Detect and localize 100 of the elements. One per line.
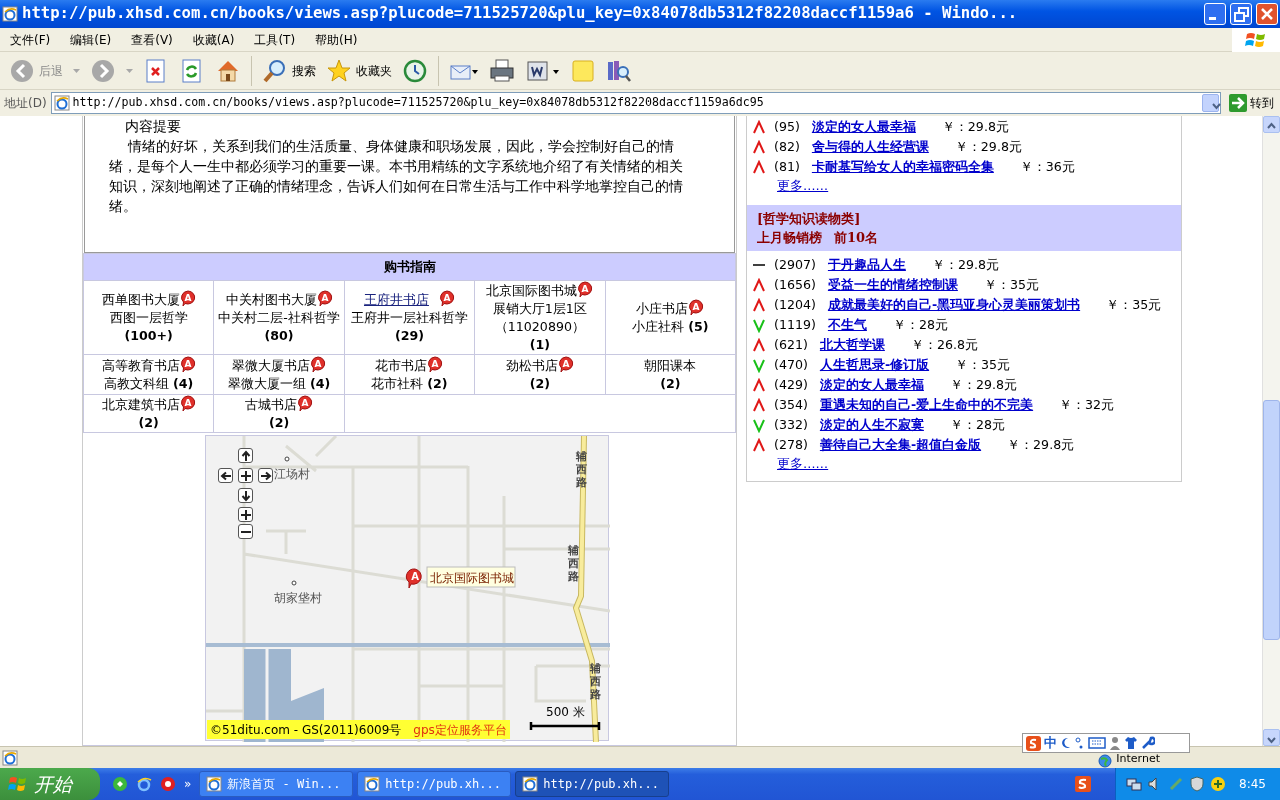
up-trend-icon bbox=[753, 159, 765, 175]
stock-count: (2) bbox=[138, 415, 159, 430]
sales-count: (278) bbox=[774, 435, 808, 454]
more-link[interactable]: 更多…… bbox=[747, 455, 829, 475]
punctuation-icon bbox=[1075, 736, 1085, 750]
stock-count: (5) bbox=[688, 319, 709, 334]
taskbar-button[interactable]: http://pub.xh... bbox=[357, 771, 512, 797]
sales-count: (621) bbox=[774, 335, 808, 354]
network-icon[interactable] bbox=[1126, 776, 1143, 792]
pan-down-button[interactable] bbox=[238, 488, 253, 503]
book-price: ￥：35元 bbox=[955, 355, 1011, 374]
arrow-right-icon bbox=[259, 469, 272, 482]
map-marker-icon: A bbox=[297, 395, 314, 411]
sales-count: (470) bbox=[774, 355, 808, 374]
shield-icon[interactable] bbox=[1189, 776, 1206, 792]
zoom-out-button[interactable] bbox=[238, 524, 253, 539]
ime-logo-icon bbox=[1026, 735, 1041, 751]
ime-logo-icon[interactable] bbox=[1075, 776, 1092, 792]
address-field[interactable]: http://pub.xhsd.com.cn/books/views.asp?plucode=711525720&plu_key=0x84078db5312f82208daccf1159a6dc95 bbox=[50, 92, 1221, 114]
more-link[interactable]: 更多…… bbox=[747, 177, 829, 197]
go-button[interactable]: 转到 bbox=[1225, 94, 1278, 112]
book-price: ￥：35元 bbox=[1106, 295, 1162, 314]
book-link[interactable]: 淡定的人生不寂寞 bbox=[819, 415, 924, 435]
sales-count: (2907) bbox=[774, 255, 816, 274]
store-name: 北京建筑书店 bbox=[101, 397, 180, 412]
menu-item[interactable]: 帮助(H) bbox=[305, 30, 368, 49]
platform-link[interactable]: gps定位服务平台 bbox=[413, 720, 507, 739]
menu-item[interactable]: 查看(V) bbox=[121, 30, 183, 49]
browser-icon[interactable] bbox=[136, 776, 152, 792]
book-link[interactable]: 舍与得的人生经营课 bbox=[811, 137, 929, 157]
book-link[interactable]: 淡定的女人最幸福 bbox=[811, 117, 916, 137]
pan-left-button[interactable] bbox=[218, 468, 233, 483]
pan-center-button[interactable] bbox=[238, 468, 253, 483]
pan-up-button[interactable] bbox=[238, 448, 253, 463]
scroll-thumb[interactable] bbox=[1263, 400, 1280, 640]
caret-icon bbox=[73, 68, 80, 73]
menu-item[interactable]: 收藏(A) bbox=[182, 30, 245, 49]
stock-count: (29) bbox=[394, 328, 424, 343]
ranking-count: 前10名 bbox=[834, 230, 879, 245]
scroll-up-button[interactable] bbox=[1263, 116, 1280, 133]
dropdown-button[interactable] bbox=[1202, 94, 1219, 112]
book-link[interactable]: 于丹趣品人生 bbox=[827, 255, 906, 275]
restore-icon bbox=[1233, 6, 1249, 22]
arrow-left-icon bbox=[9, 57, 35, 84]
sales-count: (1119) bbox=[774, 315, 816, 334]
book-link[interactable]: 北大哲学课 bbox=[819, 335, 885, 355]
map-marker-icon: A bbox=[316, 290, 333, 306]
close-button[interactable] bbox=[1256, 3, 1278, 25]
scroll-down-button[interactable] bbox=[1263, 729, 1280, 746]
map-marker-icon: A bbox=[310, 356, 327, 372]
book-link[interactable]: 淡定的女人最幸福 bbox=[819, 375, 924, 395]
up-trend-icon bbox=[753, 397, 765, 413]
search-button[interactable]: 搜索 bbox=[259, 55, 319, 86]
up-trend-icon bbox=[753, 297, 765, 313]
taskbar-button[interactable]: http://pub.xh... bbox=[515, 771, 670, 797]
taskbar-button[interactable]: 新浪首页 - Win... bbox=[199, 771, 354, 797]
plus-icon[interactable] bbox=[1210, 776, 1227, 792]
store-link[interactable]: 王府井书店 bbox=[363, 292, 429, 307]
book-link[interactable]: 人生哲思录-修订版 bbox=[819, 355, 930, 375]
book-link[interactable]: 成就最美好的自己-黑玛亚身心灵美丽策划书 bbox=[827, 295, 1081, 315]
map-pin-icon[interactable]: A bbox=[405, 568, 422, 589]
more-button[interactable]: » bbox=[180, 775, 196, 793]
book-price: ￥：28元 bbox=[949, 415, 1005, 434]
book-price: ￥：29.8元 bbox=[949, 375, 1017, 394]
sales-count: (81) bbox=[774, 157, 800, 176]
book-link[interactable]: 重遇未知的自己-爱上生命中的不完美 bbox=[819, 395, 1034, 415]
up-trend-icon bbox=[753, 377, 765, 393]
minimize-button[interactable] bbox=[1204, 3, 1226, 25]
book-link[interactable]: 善待自己大全集-超值白金版 bbox=[819, 435, 982, 455]
address-label: 地址(D) bbox=[4, 95, 47, 112]
store-name: 花市书店 bbox=[375, 358, 428, 373]
menu-item[interactable]: 编辑(E) bbox=[60, 30, 122, 49]
map-marker-icon: A bbox=[438, 290, 455, 306]
pan-right-button[interactable] bbox=[258, 468, 273, 483]
scrollbar[interactable] bbox=[1262, 116, 1280, 746]
scale-label: 500 米 bbox=[546, 705, 585, 719]
moon-icon bbox=[1060, 736, 1072, 750]
book-link[interactable]: 不生气 bbox=[827, 315, 867, 335]
book-link[interactable]: 受益一生的情绪控制课 bbox=[827, 275, 958, 295]
input-mode-label[interactable]: 中 bbox=[1044, 733, 1057, 753]
keyboard-icon bbox=[1088, 736, 1106, 750]
copyright-text: ©51ditu.com - GS(2011)6009号 bbox=[210, 721, 402, 739]
desktop-icon[interactable] bbox=[112, 776, 128, 792]
book-link[interactable]: 卡耐基写给女人的幸福密码全集 bbox=[811, 157, 994, 177]
restore-button[interactable] bbox=[1230, 3, 1252, 25]
menu-item[interactable]: 文件(F) bbox=[0, 30, 61, 49]
security-zone: Internet bbox=[1116, 751, 1160, 767]
map-view[interactable]: 江场村 胡家垡村 辅西路 辅西路 辅西路 A 北京国际图书城 500 米 ©51ditu.com - GS(2011)6009号 gps定位服务平台 bbox=[205, 435, 609, 741]
sales-count: (95) bbox=[774, 117, 800, 136]
stock-count: (100+) bbox=[124, 328, 173, 343]
favorites-button[interactable]: 收藏夹 bbox=[323, 55, 395, 86]
zoom-in-button[interactable] bbox=[238, 507, 253, 522]
app-icon[interactable] bbox=[160, 776, 176, 792]
stock-count: (4) bbox=[173, 376, 194, 391]
ime-toolbar[interactable]: 中 bbox=[1022, 733, 1190, 753]
menu-item[interactable]: 工具(T) bbox=[244, 30, 306, 49]
category-title: [哲学知识读物类] bbox=[757, 210, 862, 228]
down-trend-icon bbox=[753, 317, 765, 333]
stock-count: (80) bbox=[264, 328, 294, 343]
start-button[interactable]: 开始 bbox=[0, 768, 100, 800]
